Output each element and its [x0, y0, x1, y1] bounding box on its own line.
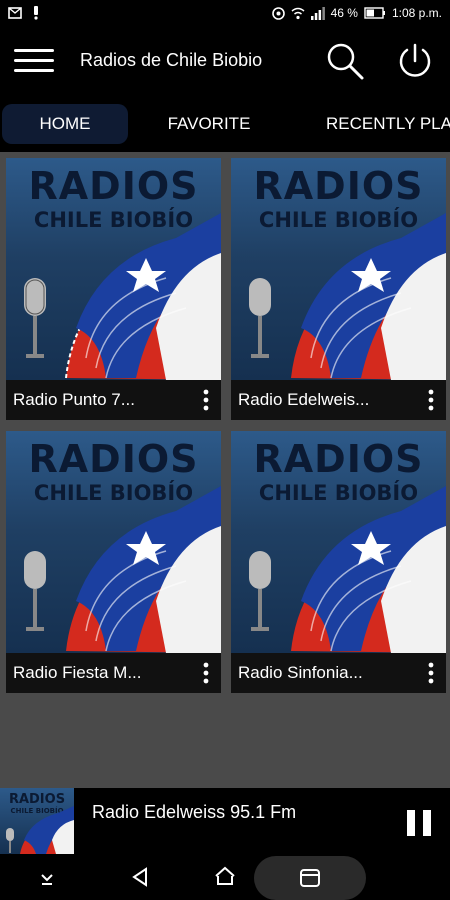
recents-button[interactable]: [254, 856, 366, 900]
station-card[interactable]: RADIOS CHILE BIOBÍO Radio Edelweis...: [231, 158, 446, 420]
now-playing-thumbnail: RADIOS CHILE BIOBÍO: [0, 788, 74, 854]
signal-icon: [310, 6, 325, 20]
system-nav-bar: [0, 854, 450, 900]
now-playing-title: Radio Edelweiss 95.1 Fm: [92, 802, 297, 822]
status-left: [8, 6, 40, 20]
search-button[interactable]: [324, 40, 366, 82]
more-options-icon[interactable]: [199, 389, 213, 411]
tab-favorite[interactable]: FAVORITE: [148, 104, 270, 144]
chile-flag-fingerprint-icon: [249, 486, 446, 653]
search-icon: [327, 43, 364, 80]
recents-icon: [300, 869, 320, 887]
station-name: Radio Punto 7...: [6, 380, 221, 420]
home-icon[interactable]: [212, 864, 238, 890]
tab-home[interactable]: HOME: [2, 104, 128, 144]
status-right: 46 % 1:08 p.m.: [271, 6, 442, 20]
station-name: Radio Fiesta M...: [6, 653, 221, 693]
station-card[interactable]: RADIOS CHILE BIOBÍO Radio Punto 7...: [6, 158, 221, 420]
battery-icon: [364, 7, 385, 19]
battery-percent: 46 %: [330, 6, 358, 20]
tab-bar: HOME FAVORITE RECENTLY PLA: [0, 96, 450, 152]
chile-flag-fingerprint-icon: [24, 213, 221, 380]
chile-flag-fingerprint-icon: [24, 486, 221, 653]
menu-button[interactable]: [14, 46, 54, 76]
more-options-icon[interactable]: [424, 662, 438, 684]
chile-flag-fingerprint-icon: [249, 213, 446, 380]
station-artwork: RADIOS CHILE BIOBÍO: [6, 158, 221, 380]
hide-nav-icon[interactable]: [34, 864, 60, 890]
station-artwork: RADIOS CHILE BIOBÍO: [231, 158, 446, 380]
pause-icon[interactable]: [404, 808, 434, 838]
message-icon: [8, 7, 22, 19]
station-card[interactable]: RADIOS CHILE BIOBÍO Radio Fiesta M...: [6, 431, 221, 693]
status-bar: 46 % 1:08 p.m.: [0, 0, 450, 26]
tab-recently-played[interactable]: RECENTLY PLA: [326, 104, 450, 144]
more-options-icon[interactable]: [199, 662, 213, 684]
back-icon[interactable]: [128, 864, 154, 890]
station-artwork: RADIOS CHILE BIOBÍO: [231, 431, 446, 653]
notification-icon: [34, 6, 38, 20]
station-name: Radio Sinfonia...: [231, 653, 446, 693]
power-button[interactable]: [394, 40, 436, 82]
vpn-icon: [271, 6, 285, 20]
hamburger-menu-icon: [14, 49, 54, 72]
power-icon: [399, 43, 431, 77]
station-artwork: RADIOS CHILE BIOBÍO: [6, 431, 221, 653]
chile-flag-fingerprint-icon: [6, 806, 74, 854]
more-options-icon[interactable]: [424, 389, 438, 411]
station-card[interactable]: RADIOS CHILE BIOBÍO Radio Sinfonia...: [231, 431, 446, 693]
mini-player[interactable]: RADIOS CHILE BIOBÍO Radio Edelweiss 95.1…: [0, 788, 450, 854]
app-bar: Radios de Chile Biobio: [0, 26, 450, 96]
app-title: Radios de Chile Biobio: [80, 50, 263, 70]
clock: 1:08 p.m.: [391, 6, 442, 20]
station-name: Radio Edelweis...: [231, 380, 446, 420]
wifi-icon: [291, 7, 305, 19]
